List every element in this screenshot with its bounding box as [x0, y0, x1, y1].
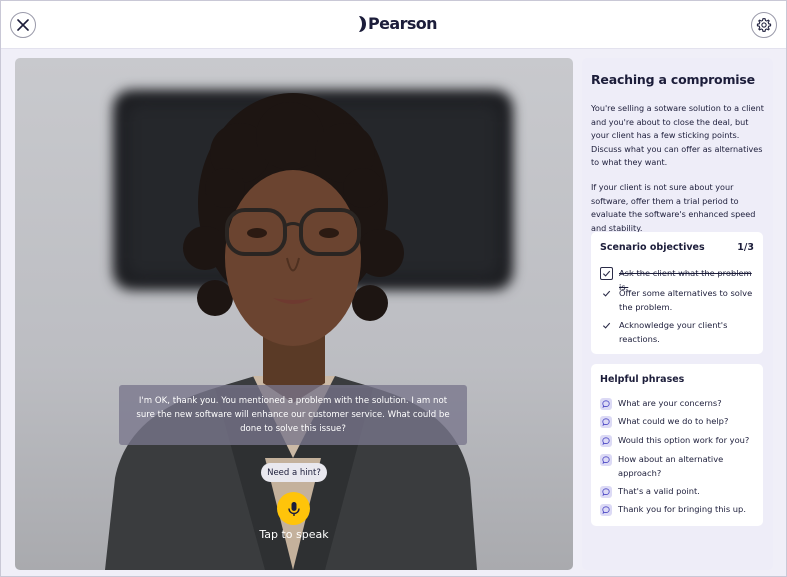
chat-bubble-icon — [600, 435, 612, 447]
top-bar: Pearson — [1, 1, 786, 49]
phrase-label: What could we do to help? — [618, 416, 729, 426]
chat-bubble-icon — [600, 416, 612, 428]
phrase-item[interactable]: What could we do to help? — [600, 415, 760, 429]
pearson-logo: Pearson — [359, 14, 438, 33]
checkbox-checked-icon — [600, 267, 613, 280]
phrase-item[interactable]: How about an alternative approach? — [600, 453, 760, 480]
phrase-item[interactable]: What are your concerns? — [600, 397, 760, 411]
tap-to-speak-label: Tap to speak — [259, 528, 329, 541]
objective-label: Offer some alternatives to solve the pro… — [619, 288, 753, 312]
phrase-label: Thank you for bringing this up. — [618, 504, 746, 514]
tap-to-speak-button[interactable] — [277, 492, 310, 525]
check-icon — [600, 287, 613, 300]
check-icon — [600, 319, 613, 332]
chat-bubble-icon — [600, 486, 612, 498]
phrase-label: How about an alternative approach? — [618, 454, 724, 478]
scenario-description: You're selling a sotware solution to a c… — [591, 103, 764, 168]
phrase-label: Would this option work for you? — [618, 435, 750, 445]
caption-text: I'm OK, thank you. You mentioned a probl… — [119, 385, 467, 445]
need-hint-button[interactable]: Need a hint? — [261, 463, 327, 482]
chat-bubble-icon — [600, 454, 612, 466]
phrase-label: What are your concerns? — [618, 398, 722, 408]
phrases-card: Helpful phrases What are your concerns? … — [591, 364, 763, 526]
phrase-item[interactable]: Thank you for bringing this up. — [600, 503, 760, 517]
scenario-title: Reaching a compromise — [591, 72, 755, 87]
microphone-icon — [287, 501, 300, 516]
close-button[interactable] — [10, 12, 36, 38]
scenario-panel: Reaching a compromise You're selling a s… — [582, 58, 773, 570]
objective-item: Offer some alternatives to solve the pro… — [600, 287, 760, 314]
objectives-count: 1/3 — [737, 242, 754, 253]
phrase-label: That's a valid point. — [618, 486, 700, 496]
phrase-item[interactable]: Would this option work for you? — [600, 434, 760, 448]
gear-icon — [756, 18, 772, 32]
objective-label: Acknowledge your client's reactions. — [619, 320, 728, 344]
objectives-card: Scenario objectives 1/3 Ask the client w… — [591, 232, 763, 354]
chat-bubble-icon — [600, 398, 612, 410]
objectives-title: Scenario objectives — [600, 242, 705, 253]
objective-item: Acknowledge your client's reactions. — [600, 319, 760, 346]
close-icon — [17, 19, 29, 31]
pearson-logo-mark — [359, 15, 366, 32]
settings-button[interactable] — [751, 12, 777, 38]
chat-bubble-icon — [600, 504, 612, 516]
avatar-video: I'm OK, thank you. You mentioned a probl… — [15, 58, 573, 570]
logo-text: Pearson — [368, 14, 438, 33]
scenario-tip: If your client is not sure about your so… — [591, 182, 756, 233]
phrase-item[interactable]: That's a valid point. — [600, 485, 760, 499]
phrases-title: Helpful phrases — [600, 374, 685, 385]
